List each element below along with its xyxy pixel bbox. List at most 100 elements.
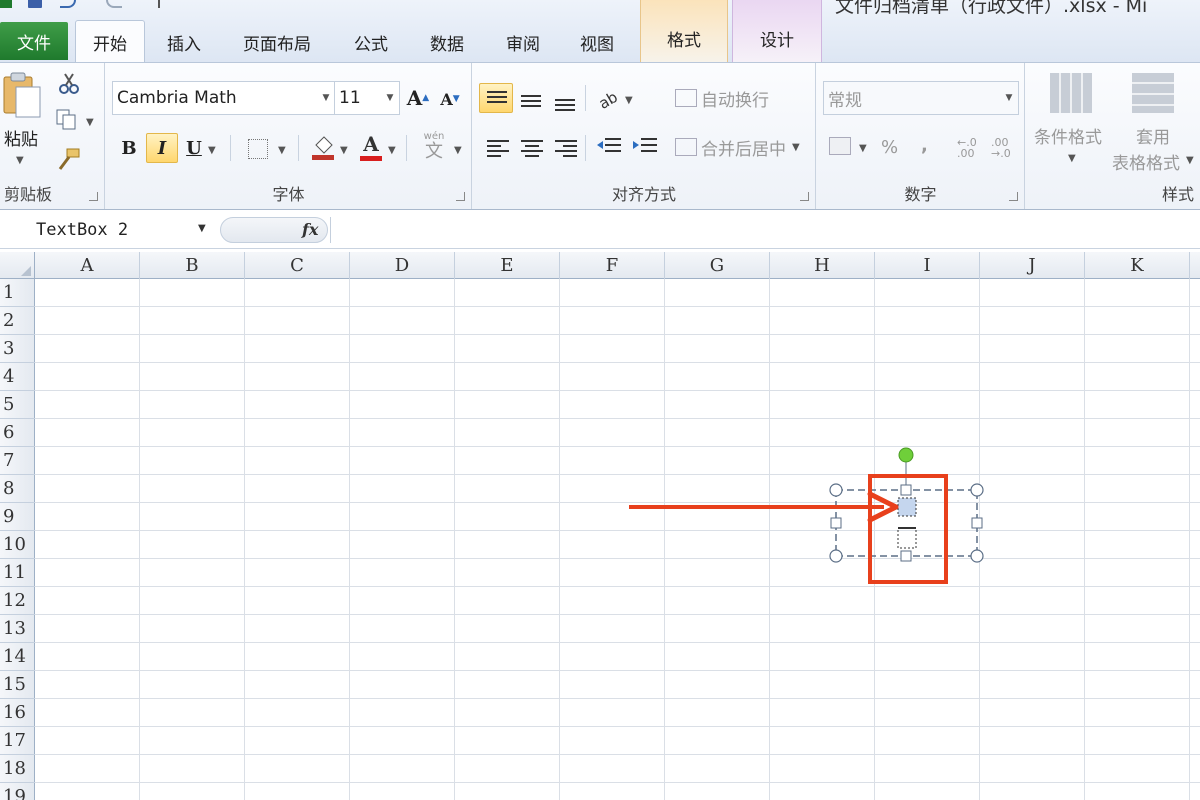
column-header-d[interactable]: D	[350, 252, 455, 279]
bold-button[interactable]: B	[114, 133, 144, 163]
align-left-icon[interactable]	[487, 139, 509, 157]
copy-icon[interactable]	[56, 109, 78, 131]
select-all-button[interactable]	[0, 252, 35, 279]
fill-color-dropdown-icon[interactable]: ▼	[340, 145, 348, 156]
tab-file[interactable]: 文件	[0, 22, 68, 60]
cell-grid[interactable]	[35, 279, 1200, 800]
tab-format[interactable]: 格式	[640, 0, 728, 62]
row-header-7[interactable]: 7	[0, 447, 35, 475]
undo-icon[interactable]	[60, 0, 76, 8]
tab-home[interactable]: 开始	[75, 20, 145, 63]
column-header-b[interactable]: B	[140, 252, 245, 279]
column-header-f[interactable]: F	[560, 252, 665, 279]
format-as-table-button[interactable]: 套用 表格格式 ▼	[1112, 69, 1200, 174]
tab-formulas[interactable]: 公式	[340, 22, 402, 62]
row-header-1[interactable]: 1	[0, 279, 35, 307]
phonetic-guide-icon[interactable]: wén 文	[420, 131, 448, 163]
column-header-a[interactable]: A	[35, 252, 140, 279]
column-header-g[interactable]: G	[665, 252, 770, 279]
name-box[interactable]: TextBox 2	[0, 217, 215, 243]
conditional-formatting-button[interactable]: 条件格式 ▼	[1030, 69, 1114, 169]
row-header-19[interactable]: 19	[0, 783, 35, 800]
resize-handle-top[interactable]	[900, 484, 912, 496]
column-header-k[interactable]: K	[1085, 252, 1190, 279]
row-header-8[interactable]: 8	[0, 475, 35, 503]
row-header-13[interactable]: 13	[0, 615, 35, 643]
row-header-17[interactable]: 17	[0, 727, 35, 755]
wrap-text-button[interactable]: 自动换行	[675, 85, 769, 111]
format-painter-icon[interactable]	[57, 147, 81, 171]
row-header-5[interactable]: 5	[0, 391, 35, 419]
grow-font-button[interactable]: A ▲	[404, 83, 432, 113]
row-header-11[interactable]: 11	[0, 559, 35, 587]
column-header-i[interactable]: I	[875, 252, 980, 279]
phonetic-dropdown-icon[interactable]: ▼	[454, 145, 462, 156]
row-header-15[interactable]: 15	[0, 671, 35, 699]
font-color-icon[interactable]: A	[360, 133, 382, 161]
number-launcher-icon[interactable]	[1009, 192, 1018, 201]
save-icon[interactable]	[28, 0, 42, 8]
paste-button[interactable]: 粘贴 ▼	[0, 67, 46, 167]
cut-icon[interactable]	[58, 73, 80, 95]
resize-handle-top-right[interactable]	[970, 483, 984, 497]
font-name-select[interactable]: Cambria Math ▼	[112, 81, 336, 115]
rotation-handle[interactable]	[898, 447, 914, 463]
borders-dropdown-icon[interactable]: ▼	[278, 145, 286, 156]
column-header-h[interactable]: H	[770, 252, 875, 279]
orientation-dropdown-icon[interactable]: ▼	[625, 95, 633, 106]
align-center-icon[interactable]	[521, 139, 543, 157]
number-format-select[interactable]: 常规 ▼	[823, 81, 1019, 115]
comma-style-button[interactable]: ,	[921, 135, 928, 156]
resize-handle-bottom[interactable]	[900, 550, 912, 562]
align-right-icon[interactable]	[555, 139, 577, 157]
resize-handle-bottom-left[interactable]	[829, 549, 843, 563]
tab-view[interactable]: 视图	[568, 22, 626, 62]
fill-color-icon[interactable]	[310, 133, 336, 161]
underline-button[interactable]: U	[182, 133, 206, 163]
increase-indent-icon[interactable]	[633, 137, 657, 157]
align-bottom-icon[interactable]	[555, 97, 575, 113]
alignment-launcher-icon[interactable]	[800, 192, 809, 201]
tab-data[interactable]: 数据	[416, 22, 478, 62]
resize-handle-right[interactable]	[971, 517, 983, 529]
customize-qat-icon[interactable]	[158, 0, 166, 8]
merge-dropdown-icon[interactable]: ▼	[792, 142, 800, 153]
redo-icon[interactable]	[106, 0, 122, 8]
resize-handle-left[interactable]	[830, 517, 842, 529]
copy-dropdown-icon[interactable]: ▼	[86, 117, 94, 128]
column-header-j[interactable]: J	[980, 252, 1085, 279]
tab-insert[interactable]: 插入	[152, 22, 216, 62]
borders-icon[interactable]	[248, 139, 268, 159]
paste-dropdown-icon[interactable]: ▼	[16, 155, 24, 166]
resize-handle-bottom-right[interactable]	[970, 549, 984, 563]
row-header-9[interactable]: 9	[0, 503, 35, 531]
italic-button[interactable]: I	[146, 133, 178, 163]
increase-decimal-icon[interactable]: ←.0.00	[957, 137, 977, 159]
decrease-decimal-icon[interactable]: .00 →.0	[991, 137, 1011, 159]
align-middle-icon[interactable]	[521, 93, 541, 109]
decrease-indent-icon[interactable]	[597, 137, 621, 157]
merge-center-button[interactable]: 合并后居中 ▼	[675, 133, 800, 161]
shrink-font-button[interactable]: A ▼	[436, 85, 464, 113]
accounting-dropdown-icon[interactable]: ▼	[859, 143, 867, 154]
underline-dropdown-icon[interactable]: ▼	[208, 145, 216, 156]
row-header-6[interactable]: 6	[0, 419, 35, 447]
row-header-14[interactable]: 14	[0, 643, 35, 671]
row-header-4[interactable]: 4	[0, 363, 35, 391]
row-header-12[interactable]: 12	[0, 587, 35, 615]
font-size-select[interactable]: 11 ▼	[334, 81, 400, 115]
tab-review[interactable]: 审阅	[492, 22, 554, 62]
font-launcher-icon[interactable]	[456, 192, 465, 201]
orientation-icon[interactable]: ab	[597, 89, 621, 111]
font-color-dropdown-icon[interactable]: ▼	[388, 145, 396, 156]
tab-design[interactable]: 设计	[732, 0, 822, 62]
column-header-e[interactable]: E	[455, 252, 560, 279]
insert-function-button[interactable]: fx	[302, 220, 318, 239]
row-header-18[interactable]: 18	[0, 755, 35, 783]
resize-handle-top-left[interactable]	[829, 483, 843, 497]
percent-style-button[interactable]: %	[881, 137, 898, 158]
column-header-c[interactable]: C	[245, 252, 350, 279]
name-box-dropdown-icon[interactable]: ▼	[198, 223, 206, 234]
clipboard-launcher-icon[interactable]	[89, 192, 98, 201]
row-header-2[interactable]: 2	[0, 307, 35, 335]
